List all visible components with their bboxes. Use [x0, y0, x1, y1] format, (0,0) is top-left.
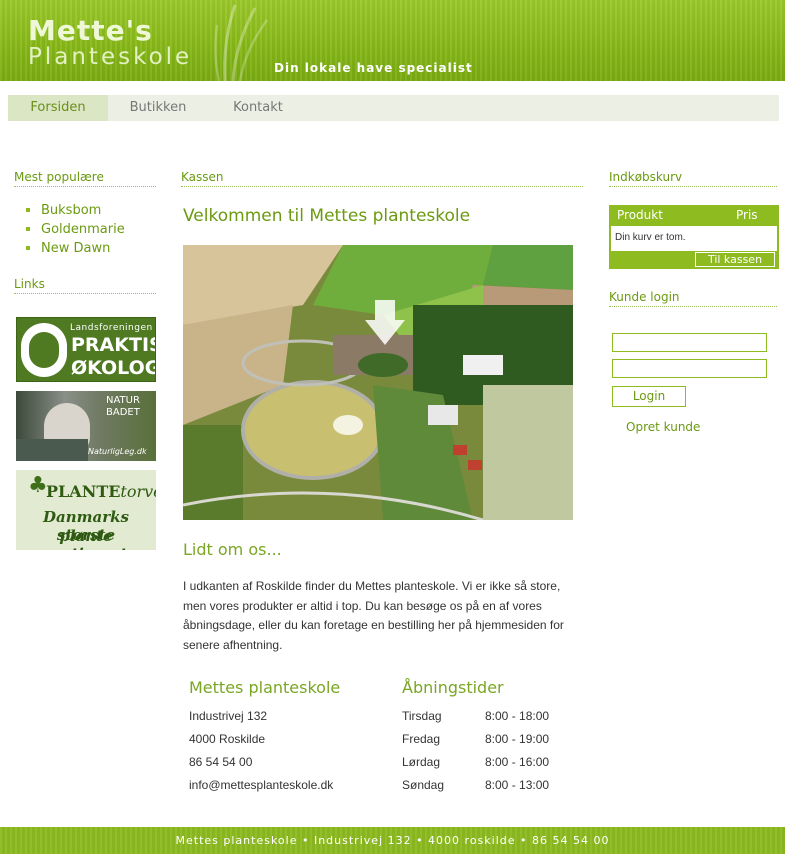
plantetorvet-slogan-2: plante sortiment — [45, 527, 127, 550]
naturbadet-title: NATUR BADET — [106, 395, 140, 418]
login-heading: Kunde login — [609, 290, 777, 307]
hours-row: Søndag 8:00 - 13:00 — [402, 778, 550, 792]
site-header: Mette's Planteskole Din lokale have spec… — [0, 0, 785, 81]
password-field[interactable] — [612, 359, 767, 378]
cart-box: Produkt Pris Din kurv er tom. Til kassen — [609, 205, 779, 269]
checkout-button[interactable]: Til kassen — [695, 252, 775, 267]
hours-row: Tirsdag 8:00 - 18:00 — [402, 709, 550, 723]
cart-heading: Indkøbskurv — [609, 170, 777, 187]
main-nav: Forsiden Butikken Kontakt — [8, 95, 779, 121]
popular-item-new-dawn[interactable]: New Dawn — [24, 239, 125, 258]
popular-item-goldenmarie[interactable]: Goldenmarie — [24, 220, 125, 239]
address-phone: 86 54 54 00 — [189, 755, 253, 769]
create-customer-link[interactable]: Opret kunde — [626, 420, 700, 434]
hours-table: Tirsdag 8:00 - 18:00 Fredag 8:00 - 19:00 L… — [402, 707, 549, 799]
links-heading: Links — [14, 277, 156, 294]
logo-subtitle[interactable]: Planteskole — [28, 44, 192, 70]
kassen-heading: Kassen — [181, 170, 583, 187]
popular-item-buksbom[interactable]: Buksbom — [24, 201, 125, 220]
grass-decoration-icon — [214, 4, 269, 81]
site-footer: Mettes planteskole • Industrivej 132 • 4… — [0, 827, 785, 854]
address-heading: Mettes planteskole — [189, 678, 341, 697]
leaf-logo-icon — [21, 323, 67, 377]
address-email[interactable]: info@mettesplanteskole.dk — [189, 776, 333, 799]
username-field[interactable] — [612, 333, 767, 352]
nav-item-kontakt[interactable]: Kontakt — [208, 95, 308, 121]
login-button[interactable]: Login — [612, 386, 686, 407]
cart-col-price: Pris — [736, 208, 758, 222]
popular-list: Buksbom Goldenmarie New Dawn — [24, 201, 125, 258]
about-heading: Lidt om os... — [183, 540, 282, 559]
cart-header: Produkt Pris — [609, 205, 779, 226]
plantetorvet-logo: PLANTEtorvet — [46, 482, 156, 501]
hours-row: Lørdag 8:00 - 16:00 — [402, 755, 550, 769]
praktisk-okologi-banner[interactable]: Landsforeningen PRAKTISK ØKOLOGI — [16, 317, 156, 382]
naturbadet-url: NaturligLeg.dk — [88, 447, 147, 456]
cart-col-product: Produkt — [617, 208, 663, 222]
nav-item-butikken[interactable]: Butikken — [108, 95, 208, 121]
nav-item-forsiden[interactable]: Forsiden — [8, 95, 108, 121]
clover-icon: ♣ — [28, 473, 48, 498]
popular-heading: Mest populære — [14, 170, 156, 187]
address-street: Industrivej 132 — [189, 709, 268, 723]
aerial-photo — [183, 245, 573, 520]
logo-title[interactable]: Mette's — [28, 14, 153, 47]
hours-row: Fredag 8:00 - 19:00 — [402, 732, 550, 746]
hours-heading: Åbningstider — [402, 678, 504, 697]
about-text: I udkanten af Roskilde finder du Mettes … — [183, 579, 564, 652]
banner-big-text-2: ØKOLOGI — [71, 357, 155, 379]
address-city: 4000 Roskilde — [189, 732, 266, 746]
banner-small-text: Landsforeningen — [70, 323, 153, 333]
plantetorvet-banner[interactable]: ♣ PLANTEtorvet Danmarks største plante s… — [16, 470, 156, 550]
naturbadet-banner[interactable]: NATUR BADET NaturligLeg.dk — [16, 391, 156, 461]
banner-big-text: PRAKTISK — [71, 334, 155, 356]
site-tagline: Din lokale have specialist — [274, 61, 473, 75]
cart-empty-text: Din kurv er tom. — [611, 226, 777, 251]
address-block: Industrivej 132 4000 Roskilde 86 54 54 0… — [189, 707, 333, 799]
welcome-title: Velkommen til Mettes planteskole — [183, 206, 471, 226]
